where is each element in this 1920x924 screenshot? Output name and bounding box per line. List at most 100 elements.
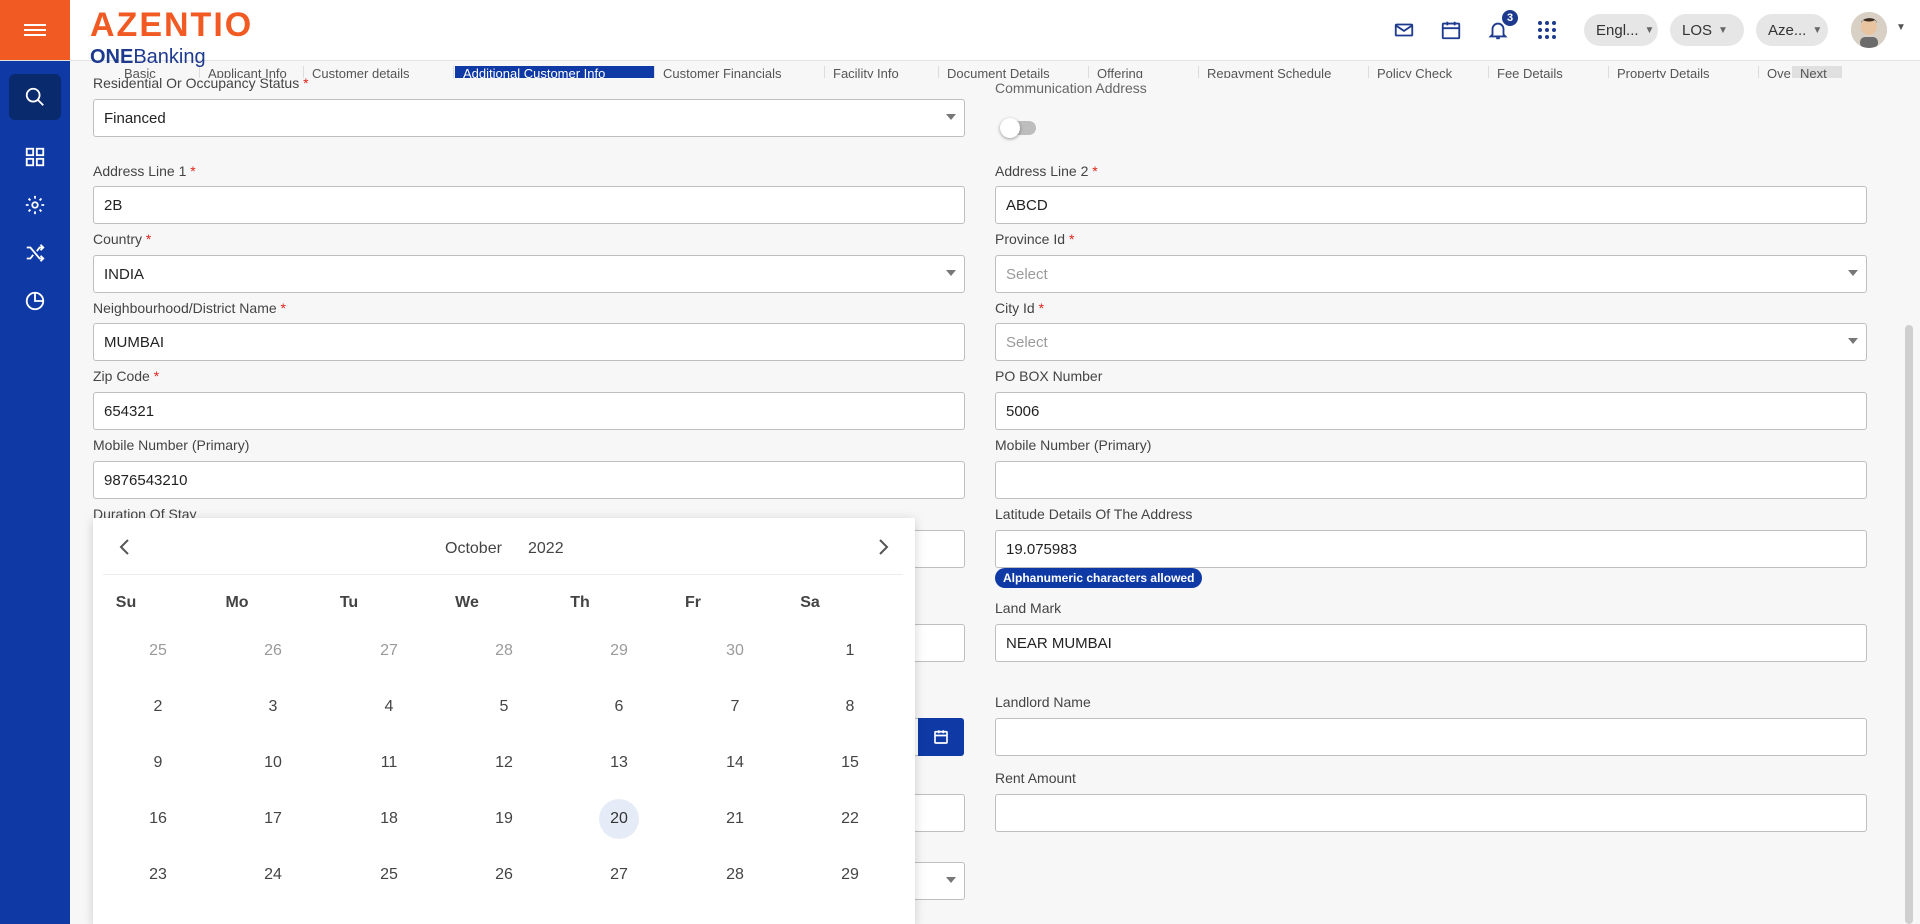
calendar-day[interactable]: 13	[599, 743, 639, 783]
search-icon[interactable]	[9, 74, 61, 120]
date-picker-button[interactable]	[918, 718, 964, 756]
landlord-name-input[interactable]	[995, 718, 1867, 756]
calendar-day[interactable]: 7	[715, 687, 755, 727]
calendar-day[interactable]: 27	[369, 631, 409, 671]
calendar-day[interactable]: 27	[599, 855, 639, 895]
calendar-day[interactable]: 18	[369, 799, 409, 839]
shuffle-icon[interactable]	[9, 230, 61, 276]
city-dropdown[interactable]: Select	[995, 323, 1867, 361]
po-box-label: PO BOX Number	[995, 368, 1103, 384]
mobile-primary-input[interactable]: 9876543210	[93, 461, 965, 499]
calendar-day[interactable]: 20	[599, 799, 639, 839]
landmark-input[interactable]: NEAR MUMBAI	[995, 624, 1867, 662]
calendar-icon[interactable]	[1437, 16, 1465, 44]
previous-month-button[interactable]	[117, 536, 131, 562]
latitude-input[interactable]: 19.075983	[995, 530, 1867, 568]
calendar-day[interactable]: 29	[599, 631, 639, 671]
calendar-day[interactable]: 25	[138, 631, 178, 671]
entity-selector[interactable]: Aze... ▼	[1756, 14, 1828, 46]
po-box-input[interactable]: 5006	[995, 392, 1867, 430]
tab-fee-details[interactable]: Fee Details	[1489, 66, 1609, 78]
calendar-day[interactable]: 17	[253, 799, 293, 839]
calendar-day[interactable]: 28	[715, 855, 755, 895]
calendar-day[interactable]: 6	[599, 687, 639, 727]
tab-property-details[interactable]: Property Details	[1609, 66, 1759, 78]
calendar-day[interactable]: 12	[484, 743, 524, 783]
province-dropdown[interactable]: Select	[995, 255, 1867, 293]
district-input[interactable]: MUMBAI	[93, 323, 965, 361]
tab-repayment-schedule[interactable]: Repayment Schedule	[1199, 66, 1369, 78]
calendar-day[interactable]: 28	[484, 631, 524, 671]
month-selector[interactable]: October	[445, 540, 502, 558]
communication-address-toggle[interactable]	[1000, 118, 1036, 138]
tab-offering[interactable]: Offering	[1089, 66, 1199, 78]
module-selector[interactable]: LOS ▼	[1670, 14, 1744, 46]
rent-amount-input[interactable]	[995, 794, 1867, 832]
hamburger-menu-button[interactable]	[0, 0, 70, 60]
calendar-day[interactable]: 2	[138, 687, 178, 727]
calendar-day[interactable]: 22	[830, 799, 870, 839]
tab-facility-info[interactable]: Facility Info	[825, 66, 939, 78]
calendar-day[interactable]: 11	[369, 743, 409, 783]
calendar-day[interactable]: 25	[369, 855, 409, 895]
tab-customer-financials[interactable]: Customer Financials	[655, 66, 825, 78]
mobile-primary-right-label: Mobile Number (Primary)	[995, 437, 1152, 453]
calendar-day[interactable]: 3	[253, 687, 293, 727]
tab-policy-check[interactable]: Policy Check	[1369, 66, 1489, 78]
calendar-day[interactable]: 10	[253, 743, 293, 783]
calendar-day[interactable]: 21	[715, 799, 755, 839]
calendar-day[interactable]: 24	[253, 855, 293, 895]
language-selector[interactable]: Engl... ▼	[1584, 14, 1658, 46]
weekday-header: We	[455, 594, 479, 611]
vertical-scrollbar[interactable]	[1905, 325, 1913, 924]
country-dropdown[interactable]: INDIA	[93, 255, 965, 293]
tab-next-button[interactable]: Next	[1792, 66, 1842, 78]
chevron-down-icon	[1848, 270, 1858, 276]
calendar-day[interactable]: 9	[138, 743, 178, 783]
settings-gear-icon[interactable]	[9, 182, 61, 228]
pie-chart-icon[interactable]	[9, 278, 61, 324]
apps-grid-icon[interactable]	[1533, 16, 1561, 44]
calendar-day[interactable]: 4	[369, 687, 409, 727]
dashboard-grid-icon[interactable]	[9, 134, 61, 180]
chevron-down-icon: ▼	[1644, 24, 1655, 36]
calendar-day[interactable]: 19	[484, 799, 524, 839]
divider	[103, 574, 903, 575]
zip-code-input[interactable]: 654321	[93, 392, 965, 430]
tab-document-details[interactable]: Document Details	[939, 66, 1089, 78]
weekday-header: Th	[570, 594, 590, 611]
landlord-name-label: Landlord Name	[995, 694, 1091, 710]
weekday-header: Tu	[339, 594, 359, 611]
calendar-day[interactable]: 26	[484, 855, 524, 895]
residential-status-dropdown[interactable]: Financed	[93, 99, 965, 137]
city-label: City Id *	[995, 300, 1045, 316]
mail-icon[interactable]	[1390, 16, 1418, 44]
menu-icon	[24, 21, 46, 39]
calendar-day[interactable]: 23	[138, 855, 178, 895]
mobile-primary-right-input[interactable]	[995, 461, 1867, 499]
tab-applicant-info[interactable]: Applicant Info	[200, 66, 304, 78]
date-picker-popup: October 2022 Su Mo Tu We Th Fr Sa 25 26 27…	[93, 518, 915, 924]
calendar-day[interactable]: 29	[830, 855, 870, 895]
tab-customer-details[interactable]: Customer details	[304, 66, 454, 78]
calendar-day[interactable]: 5	[484, 687, 524, 727]
address-line1-input[interactable]: 2B	[93, 186, 965, 224]
next-month-button[interactable]	[877, 536, 891, 562]
chevron-down-icon[interactable]: ▼	[1896, 22, 1906, 33]
notification-bell-icon[interactable]: 3	[1484, 10, 1518, 44]
tab-additional-customer-info[interactable]: Additional Customer Info	[455, 66, 655, 78]
calendar-day[interactable]: 16	[138, 799, 178, 839]
calendar-day[interactable]: 26	[253, 631, 293, 671]
year-selector[interactable]: 2022	[528, 540, 564, 558]
brand-subtitle: ONEBanking	[90, 46, 206, 68]
calendar-day[interactable]: 14	[715, 743, 755, 783]
calendar-day[interactable]: 30	[715, 631, 755, 671]
address-line2-input[interactable]: ABCD	[995, 186, 1867, 224]
calendar-day[interactable]: 15	[830, 743, 870, 783]
province-label: Province Id *	[995, 231, 1075, 247]
calendar-day[interactable]: 1	[830, 631, 870, 671]
user-avatar[interactable]	[1851, 12, 1887, 48]
calendar-day[interactable]: 8	[830, 687, 870, 727]
chevron-down-icon	[1848, 338, 1858, 344]
chevron-down-icon	[946, 877, 956, 883]
